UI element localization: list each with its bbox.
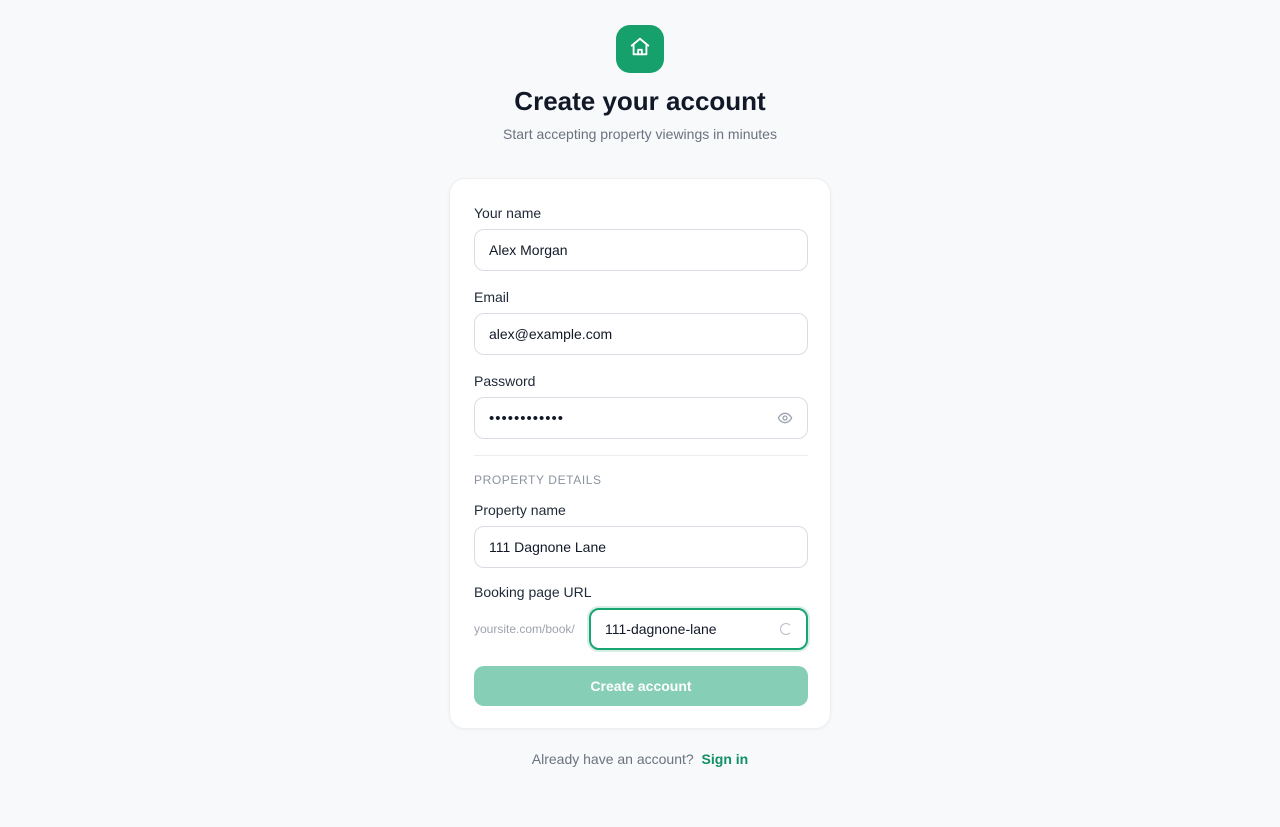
signin-link[interactable]: Sign in <box>702 751 749 767</box>
page-title: Create your account <box>514 86 766 116</box>
name-input[interactable]: Alex Morgan <box>474 229 808 271</box>
booking-url-label: Booking page URL <box>474 584 592 600</box>
signup-card: Your name Alex Morgan Email alex@example… <box>449 178 831 729</box>
property-section-title: PROPERTY DETAILS <box>474 473 602 487</box>
email-label: Email <box>474 289 510 305</box>
name-value: Alex Morgan <box>489 242 568 258</box>
password-input[interactable]: •••••••••••• <box>474 397 808 439</box>
create-account-button[interactable]: Create account <box>474 666 808 706</box>
page-subtitle: Start accepting property viewings in min… <box>503 126 777 142</box>
name-label: Your name <box>474 205 542 221</box>
signin-footer: Already have an account? Sign in <box>0 751 1280 767</box>
eye-icon[interactable] <box>777 410 793 426</box>
email-input[interactable]: alex@example.com <box>474 313 808 355</box>
signup-page: Create your account Start accepting prop… <box>0 0 1280 827</box>
booking-url-input[interactable]: 111-dagnone-lane <box>589 608 808 650</box>
section-divider <box>474 455 808 456</box>
loading-spinner-icon <box>780 623 792 635</box>
email-value: alex@example.com <box>489 326 613 342</box>
password-value: •••••••••••• <box>489 409 565 427</box>
home-icon <box>629 36 651 63</box>
booking-url-value: 111-dagnone-lane <box>605 621 717 637</box>
property-name-label: Property name <box>474 502 566 518</box>
password-label: Password <box>474 373 536 389</box>
booking-url-prefix: yoursite.com/book/ <box>474 622 575 636</box>
signin-prompt: Already have an account? <box>531 751 694 767</box>
app-logo <box>616 25 664 73</box>
property-name-value: 111 Dagnone Lane <box>489 539 607 555</box>
property-name-input[interactable]: 111 Dagnone Lane <box>474 526 808 568</box>
